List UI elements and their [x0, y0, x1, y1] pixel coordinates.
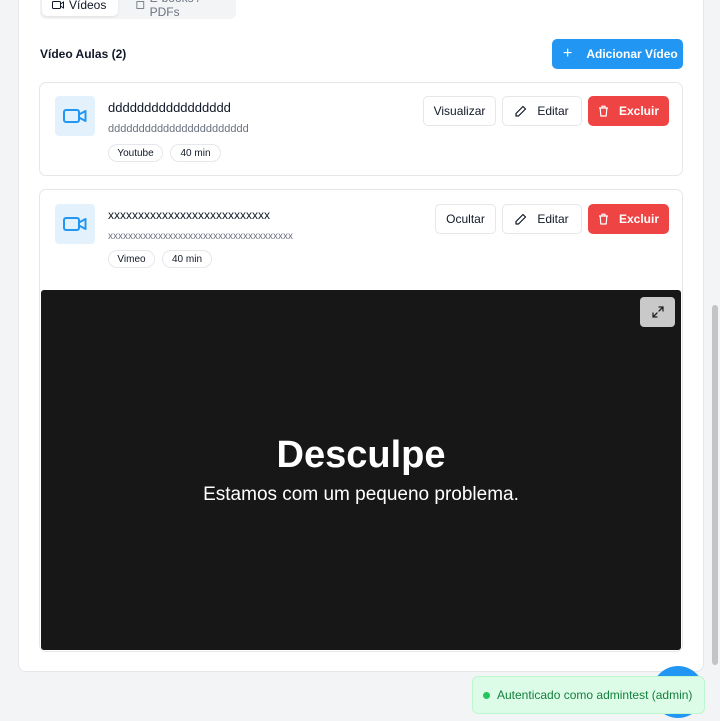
tab-video-icon	[52, 1, 64, 9]
video-description: ddddddddddddddddddddddd	[108, 123, 249, 135]
page: Vídeos E-books / PDFs Vídeo Aulas (2) + …	[0, 0, 720, 721]
scrollbar[interactable]	[710, 0, 720, 721]
add-video-button[interactable]: + Adicionar Vídeo	[552, 39, 683, 69]
video-card: xxxxxxxxxxxxxxxxxxxxxxxxxxx xxxxxxxxxxxx…	[39, 189, 683, 652]
section-title: Vídeo Aulas (2)	[40, 47, 127, 61]
add-video-label: Adicionar Vídeo	[586, 47, 678, 61]
delete-label: Excluir	[618, 212, 660, 226]
edit-icon	[515, 213, 527, 225]
delete-button[interactable]: Excluir	[588, 204, 669, 234]
duration-badge: 40 min	[170, 144, 221, 162]
platform-badge: Youtube	[108, 144, 163, 162]
video-title: xxxxxxxxxxxxxxxxxxxxxxxxxxx	[108, 208, 270, 222]
tab-book-icon	[136, 1, 145, 9]
fullscreen-icon	[651, 306, 664, 318]
delete-button[interactable]: Excluir	[588, 96, 669, 126]
tab-ebooks-label: E-books / PDFs	[149, 0, 201, 19]
video-icon	[55, 204, 95, 244]
player-error-title: Desculpe	[276, 434, 446, 476]
video-card: ddddddddddddddddd dddddddddddddddddddddd…	[39, 82, 683, 176]
video-title: ddddddddddddddddd	[108, 100, 231, 115]
tab-videos[interactable]: Vídeos	[42, 0, 118, 16]
edit-button[interactable]: Editar	[502, 204, 582, 234]
video-player[interactable]: Desculpe Estamos com um pequeno problema…	[41, 290, 681, 650]
tab-ebooks[interactable]: E-books / PDFs	[126, 0, 232, 19]
edit-button[interactable]: Editar	[502, 96, 582, 126]
scrollbar-thumb[interactable]	[712, 305, 718, 665]
status-dot-icon	[483, 691, 490, 699]
view-button[interactable]: Visualizar	[423, 96, 496, 126]
platform-badge: Vimeo	[108, 250, 155, 268]
toast-message: Autenticado como admintest (admin)	[497, 688, 693, 702]
hide-button[interactable]: Ocultar	[435, 204, 496, 234]
hide-label: Ocultar	[446, 212, 485, 226]
edit-icon	[515, 105, 527, 117]
player-error-message: Estamos com um pequeno problema.	[203, 484, 519, 505]
tab-videos-label: Vídeos	[69, 0, 107, 12]
duration-badge: 40 min	[162, 250, 212, 268]
auth-toast: Autenticado como admintest (admin)	[472, 676, 705, 714]
view-label: Visualizar	[433, 104, 486, 118]
delete-label: Excluir	[618, 104, 660, 118]
trash-icon	[598, 213, 608, 225]
plus-icon: +	[563, 45, 573, 62]
tab-bar: Vídeos E-books / PDFs	[40, 0, 236, 19]
fullscreen-button[interactable]	[640, 297, 675, 327]
video-description: xxxxxxxxxxxxxxxxxxxxxxxxxxxxxxxxxxxxx	[108, 231, 293, 242]
video-icon	[55, 96, 95, 136]
edit-label: Editar	[537, 212, 569, 226]
trash-icon	[598, 105, 608, 117]
edit-label: Editar	[537, 104, 569, 118]
